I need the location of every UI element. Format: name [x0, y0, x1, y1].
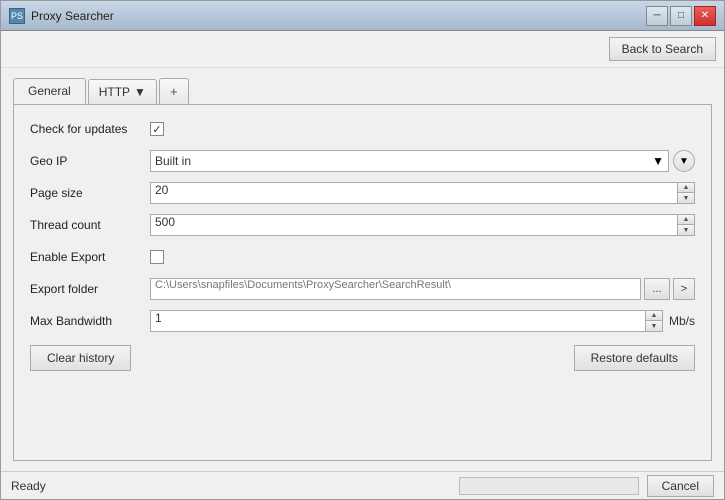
thread-count-control: 500 ▲ ▼ [150, 214, 695, 236]
bottom-buttons: Clear history Restore defaults [30, 345, 695, 371]
status-right: Cancel [459, 475, 714, 497]
geo-ip-label: Geo IP [30, 154, 150, 168]
thread-count-input[interactable]: 500 [150, 214, 677, 236]
thread-count-spinner-buttons: ▲ ▼ [677, 214, 695, 236]
restore-button[interactable]: □ [670, 6, 692, 26]
tab-http-dropdown-icon: ▼ [134, 85, 146, 99]
geo-ip-row: Geo IP Built in ▼ ▼ [30, 149, 695, 173]
thread-count-spinner: 500 ▲ ▼ [150, 214, 695, 236]
main-window: PS Proxy Searcher ─ □ ✕ Back to Search G… [0, 0, 725, 500]
page-size-spinner: 20 ▲ ▼ [150, 182, 695, 204]
geo-ip-info-button[interactable]: ▼ [673, 150, 695, 172]
geo-ip-control: Built in ▼ ▼ [150, 150, 695, 172]
status-bar: Ready Cancel [1, 471, 724, 499]
check-updates-control [150, 122, 695, 136]
app-icon: PS [9, 8, 25, 24]
page-size-input[interactable]: 20 [150, 182, 677, 204]
tab-http[interactable]: HTTP ▼ [88, 79, 157, 104]
restore-defaults-button[interactable]: Restore defaults [574, 345, 695, 371]
max-bandwidth-spinner-buttons: ▲ ▼ [645, 310, 663, 332]
enable-export-row: Enable Export [30, 245, 695, 269]
enable-export-checkbox[interactable] [150, 250, 164, 264]
clear-history-button[interactable]: Clear history [30, 345, 131, 371]
progress-bar [459, 477, 639, 495]
toolbar: Back to Search [1, 31, 724, 68]
tab-add-button[interactable]: + [159, 78, 189, 104]
minimize-button[interactable]: ─ [646, 6, 668, 26]
export-folder-row: Export folder C:\Users\snapfiles\Documen… [30, 277, 695, 301]
export-arrow-button[interactable]: > [673, 278, 695, 300]
export-folder-input[interactable]: C:\Users\snapfiles\Documents\ProxySearch… [150, 278, 641, 300]
close-button[interactable]: ✕ [694, 6, 716, 26]
max-bandwidth-unit: Mb/s [669, 314, 695, 328]
enable-export-control [150, 250, 695, 264]
max-bandwidth-row: Max Bandwidth 1 ▲ ▼ Mb/s [30, 309, 695, 333]
max-bandwidth-input[interactable]: 1 [150, 310, 645, 332]
page-size-label: Page size [30, 186, 150, 200]
export-folder-input-group: C:\Users\snapfiles\Documents\ProxySearch… [150, 278, 695, 300]
window-title: Proxy Searcher [31, 9, 114, 23]
enable-export-label: Enable Export [30, 250, 150, 264]
tab-general[interactable]: General [13, 78, 86, 104]
max-bandwidth-up-button[interactable]: ▲ [646, 311, 662, 321]
title-bar: PS Proxy Searcher ─ □ ✕ [1, 1, 724, 31]
thread-count-row: Thread count 500 ▲ ▼ [30, 213, 695, 237]
status-text: Ready [11, 479, 46, 493]
max-bandwidth-spinner: 1 ▲ ▼ [150, 310, 663, 332]
page-size-down-button[interactable]: ▼ [678, 193, 694, 203]
cancel-button[interactable]: Cancel [647, 475, 714, 497]
content-area: General HTTP ▼ + Check for updates Geo I… [1, 68, 724, 471]
page-size-spinner-buttons: ▲ ▼ [677, 182, 695, 204]
max-bandwidth-control: 1 ▲ ▼ Mb/s [150, 310, 695, 332]
thread-count-label: Thread count [30, 218, 150, 232]
export-folder-control: C:\Users\snapfiles\Documents\ProxySearch… [150, 278, 695, 300]
tabs-row: General HTTP ▼ + [13, 78, 712, 104]
tab-http-label: HTTP [99, 85, 130, 99]
thread-count-down-button[interactable]: ▼ [678, 225, 694, 235]
max-bandwidth-down-button[interactable]: ▼ [646, 321, 662, 331]
settings-panel: Check for updates Geo IP Built in ▼ ▼ [13, 104, 712, 461]
page-size-up-button[interactable]: ▲ [678, 183, 694, 193]
thread-count-up-button[interactable]: ▲ [678, 215, 694, 225]
page-size-control: 20 ▲ ▼ [150, 182, 695, 204]
window-controls: ─ □ ✕ [646, 6, 716, 26]
check-updates-label: Check for updates [30, 122, 150, 136]
export-folder-label: Export folder [30, 282, 150, 296]
title-bar-left: PS Proxy Searcher [9, 8, 114, 24]
back-to-search-button[interactable]: Back to Search [609, 37, 716, 61]
check-updates-row: Check for updates [30, 117, 695, 141]
page-size-row: Page size 20 ▲ ▼ [30, 181, 695, 205]
geo-ip-dropdown-arrow: ▼ [652, 154, 664, 168]
geo-ip-value: Built in [155, 154, 652, 168]
geo-ip-select[interactable]: Built in ▼ [150, 150, 669, 172]
check-updates-checkbox[interactable] [150, 122, 164, 136]
max-bandwidth-label: Max Bandwidth [30, 314, 150, 328]
browse-button[interactable]: ... [644, 278, 670, 300]
